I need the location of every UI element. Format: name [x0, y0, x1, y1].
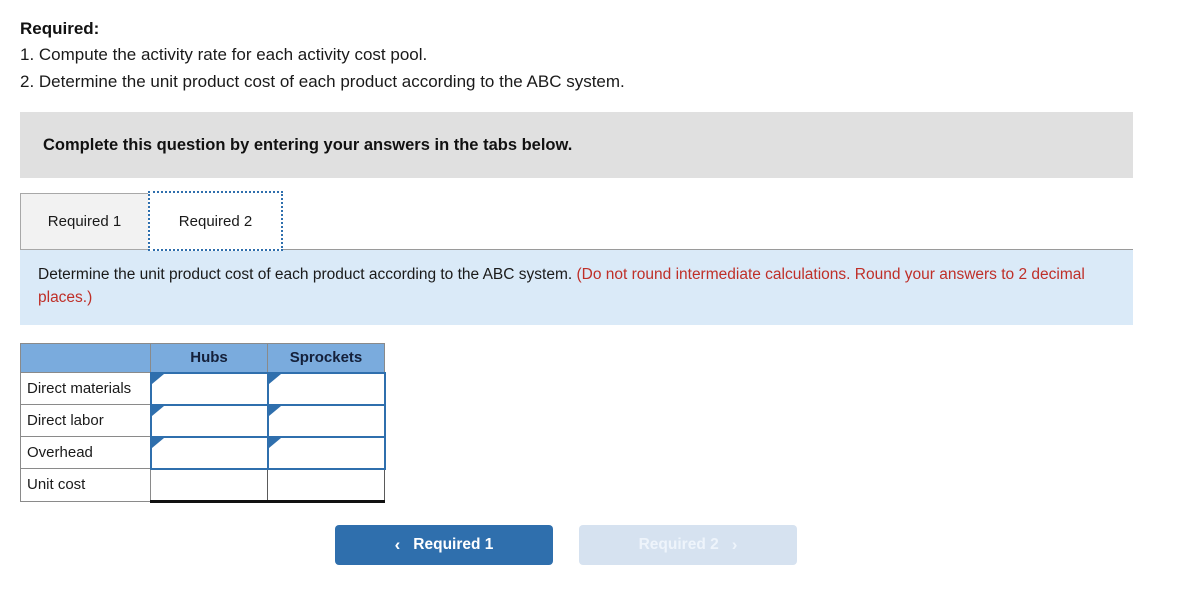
chevron-right-icon: › — [731, 535, 738, 555]
prev-required-1-label: Required 1 — [413, 535, 494, 553]
input-direct-materials-hubs[interactable] — [149, 371, 269, 406]
table-row: Direct labor — [20, 403, 386, 438]
required-item-1: 1. Compute the activity rate for each ac… — [20, 45, 428, 65]
answer-table-container: Hubs Sprockets Direct materials Direct l… — [20, 342, 1200, 503]
required-heading: Required: — [20, 19, 100, 38]
cell-marker-icon — [151, 405, 164, 416]
chevron-left-icon: ‹ — [394, 535, 401, 555]
table-row: Unit cost — [20, 468, 385, 503]
required-item-2: 2. Determine the unit product cost of ea… — [20, 71, 625, 91]
total-unit-cost-hubs — [150, 468, 268, 503]
tab-bar: Required 1 Required 2 — [20, 191, 1133, 252]
row-label-overhead: Overhead — [20, 436, 151, 470]
navigation-buttons: ‹ Required 1 Required 2 › — [0, 524, 1200, 565]
input-direct-labor-sprockets[interactable] — [266, 403, 386, 438]
input-overhead-sprockets[interactable] — [266, 435, 386, 470]
table-header-row: Hubs Sprockets — [20, 342, 385, 374]
instruction-banner-text: Complete this question by entering your … — [43, 135, 573, 154]
cell-marker-icon — [151, 437, 164, 448]
input-direct-labor-hubs[interactable] — [149, 403, 269, 438]
input-overhead-hubs[interactable] — [149, 435, 269, 470]
table-row: Direct materials — [20, 371, 386, 406]
column-header-sprockets: Sprockets — [267, 342, 385, 374]
row-label-direct-materials: Direct materials — [20, 372, 151, 406]
tab-required-1-label: Required 1 — [47, 213, 122, 231]
total-unit-cost-sprockets — [267, 468, 385, 503]
input-direct-materials-sprockets[interactable] — [266, 371, 386, 406]
cell-marker-icon — [268, 437, 281, 448]
prev-required-1-button[interactable]: ‹ Required 1 — [335, 524, 553, 565]
required-section: Required: 1. Compute the activity rate f… — [0, 0, 1200, 95]
tab-required-2-label: Required 2 — [178, 212, 253, 230]
column-header-blank — [20, 342, 151, 374]
question-prompt-banner: Determine the unit product cost of each … — [20, 250, 1133, 325]
tab-required-1[interactable]: Required 1 — [20, 193, 149, 251]
cell-marker-icon — [268, 373, 281, 384]
next-required-2-button[interactable]: Required 2 › — [579, 524, 797, 565]
column-header-hubs: Hubs — [150, 342, 268, 374]
row-label-unit-cost: Unit cost — [20, 468, 151, 502]
row-label-direct-labor: Direct labor — [20, 404, 151, 438]
instruction-banner: Complete this question by entering your … — [20, 112, 1133, 179]
answer-table: Hubs Sprockets Direct materials Direct l… — [20, 342, 386, 503]
cell-marker-icon — [151, 373, 164, 384]
cell-marker-icon — [268, 405, 281, 416]
question-prompt-text: Determine the unit product cost of each … — [38, 266, 573, 284]
next-required-2-label: Required 2 — [638, 535, 719, 553]
table-row: Overhead — [20, 435, 386, 470]
tab-required-2[interactable]: Required 2 — [148, 191, 283, 252]
